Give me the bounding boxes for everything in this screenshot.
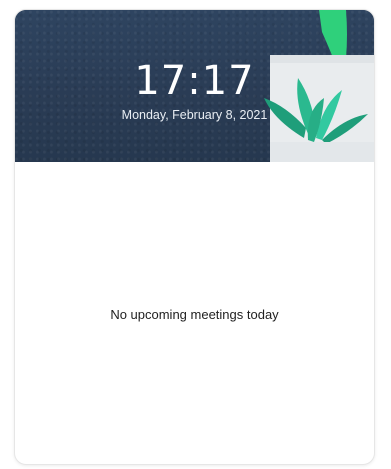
- clock-header: 17:17 Monday, February 8, 2021: [15, 10, 374, 162]
- no-meetings-message: No upcoming meetings today: [110, 307, 279, 322]
- current-time: 17:17: [134, 58, 255, 104]
- meetings-card: 17:17 Monday, February 8, 2021 No upcomi…: [14, 9, 375, 465]
- current-date: Monday, February 8, 2021: [121, 108, 268, 122]
